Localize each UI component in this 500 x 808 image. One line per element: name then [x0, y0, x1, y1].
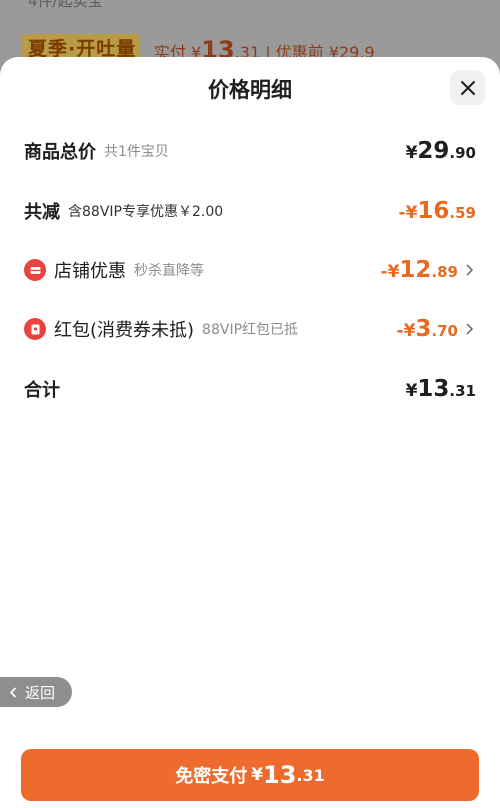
pay-button-dec: .31	[296, 765, 325, 785]
goods-total-row: 商品总价 共1件宝贝 ¥29.90	[24, 136, 476, 166]
store-coupon-icon	[24, 259, 46, 281]
pay-button-yen: ¥	[251, 765, 264, 785]
red-packet-icon	[24, 318, 46, 340]
red-packet-note: 88VIP红包已抵	[202, 322, 299, 338]
red-packet-row[interactable]: 红包(消费券未抵) 88VIP红包已抵 -¥ 3.70	[24, 314, 476, 344]
password-free-pay-button[interactable]: 免密支付 ¥13.31	[21, 749, 479, 801]
sum-amount: ¥13.31	[405, 376, 476, 402]
back-label: 返回	[25, 683, 56, 702]
store-discount-row[interactable]: 店铺优惠 秒杀直降等 -¥ 12.89	[24, 255, 476, 285]
store-discount-label: 店铺优惠	[54, 261, 126, 282]
background-top-text: 4件/起实宝	[28, 0, 103, 10]
chevron-right-icon	[466, 264, 474, 276]
price-detail-sheet: 价格明细 商品总价 共1件宝贝 ¥29.90 共减 含88VIP专享优惠￥2.0…	[0, 57, 500, 808]
sheet-title: 价格明细	[208, 78, 292, 102]
chevron-left-icon	[9, 686, 17, 698]
goods-total-amount: ¥29.90	[405, 138, 476, 164]
store-discount-note: 秒杀直降等	[134, 263, 204, 279]
vip-discount-note: 含88VIP专享优惠￥2.00	[68, 204, 224, 220]
goods-count: 共1件宝贝	[104, 144, 169, 160]
total-reduction-amount: -¥ 16.59	[398, 198, 476, 224]
red-packet-label: 红包(消费券未抵)	[54, 320, 195, 341]
pay-button-label: 免密支付	[175, 766, 248, 787]
total-reduction-row: 共减 含88VIP专享优惠￥2.00 -¥ 16.59	[24, 196, 476, 226]
close-icon	[460, 80, 475, 95]
pay-button-int: 13	[263, 761, 297, 789]
chevron-right-icon	[466, 323, 474, 335]
store-discount-amount: -¥ 12.89	[380, 257, 458, 283]
close-button[interactable]	[450, 70, 485, 105]
sum-row: 合计 ¥13.31	[24, 374, 476, 404]
total-reduction-label: 共减	[24, 202, 60, 223]
red-packet-amount: -¥ 3.70	[396, 316, 458, 342]
back-button[interactable]: 返回	[0, 677, 72, 707]
goods-total-label: 商品总价	[24, 142, 96, 163]
sum-label: 合计	[24, 380, 60, 401]
